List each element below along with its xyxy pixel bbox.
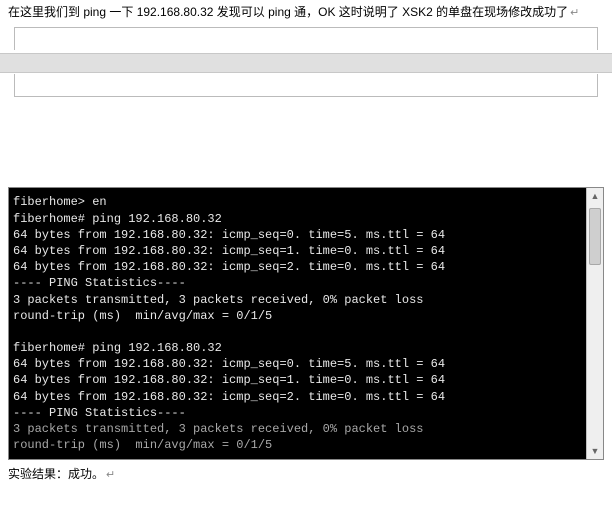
scroll-thumb[interactable]: [589, 208, 601, 265]
paragraph-mark-icon: ↵: [570, 7, 579, 19]
page-gap-bar: [0, 53, 612, 73]
scroll-up-arrow-icon[interactable]: ▲: [587, 188, 603, 204]
intro-text: 在这里我们到 ping 一下 192.168.80.32 发现可以 ping 通…: [8, 5, 568, 19]
blank-spacer: [0, 97, 612, 187]
terminal-highlighted-lines: 3 packets transmitted, 3 packets receive…: [13, 422, 423, 452]
result-text: 实验结果：成功。: [8, 467, 104, 481]
vertical-scrollbar[interactable]: ▲ ▼: [586, 188, 603, 459]
page-root: 在这里我们到 ping 一下 192.168.80.32 发现可以 ping 通…: [0, 0, 612, 492]
paragraph-mark-icon: ↵: [106, 469, 115, 481]
page-top-edge: [14, 27, 598, 50]
terminal-output: fiberhome> en fiberhome# ping 192.168.80…: [9, 188, 586, 459]
terminal-window: fiberhome> en fiberhome# ping 192.168.80…: [8, 187, 604, 460]
intro-paragraph: 在这里我们到 ping 一下 192.168.80.32 发现可以 ping 通…: [0, 0, 612, 21]
scroll-down-arrow-icon[interactable]: ▼: [587, 443, 603, 459]
page-break-region: [0, 27, 612, 97]
result-paragraph: 实验结果：成功。↵: [0, 460, 612, 491]
page-bottom-edge: [14, 74, 598, 97]
